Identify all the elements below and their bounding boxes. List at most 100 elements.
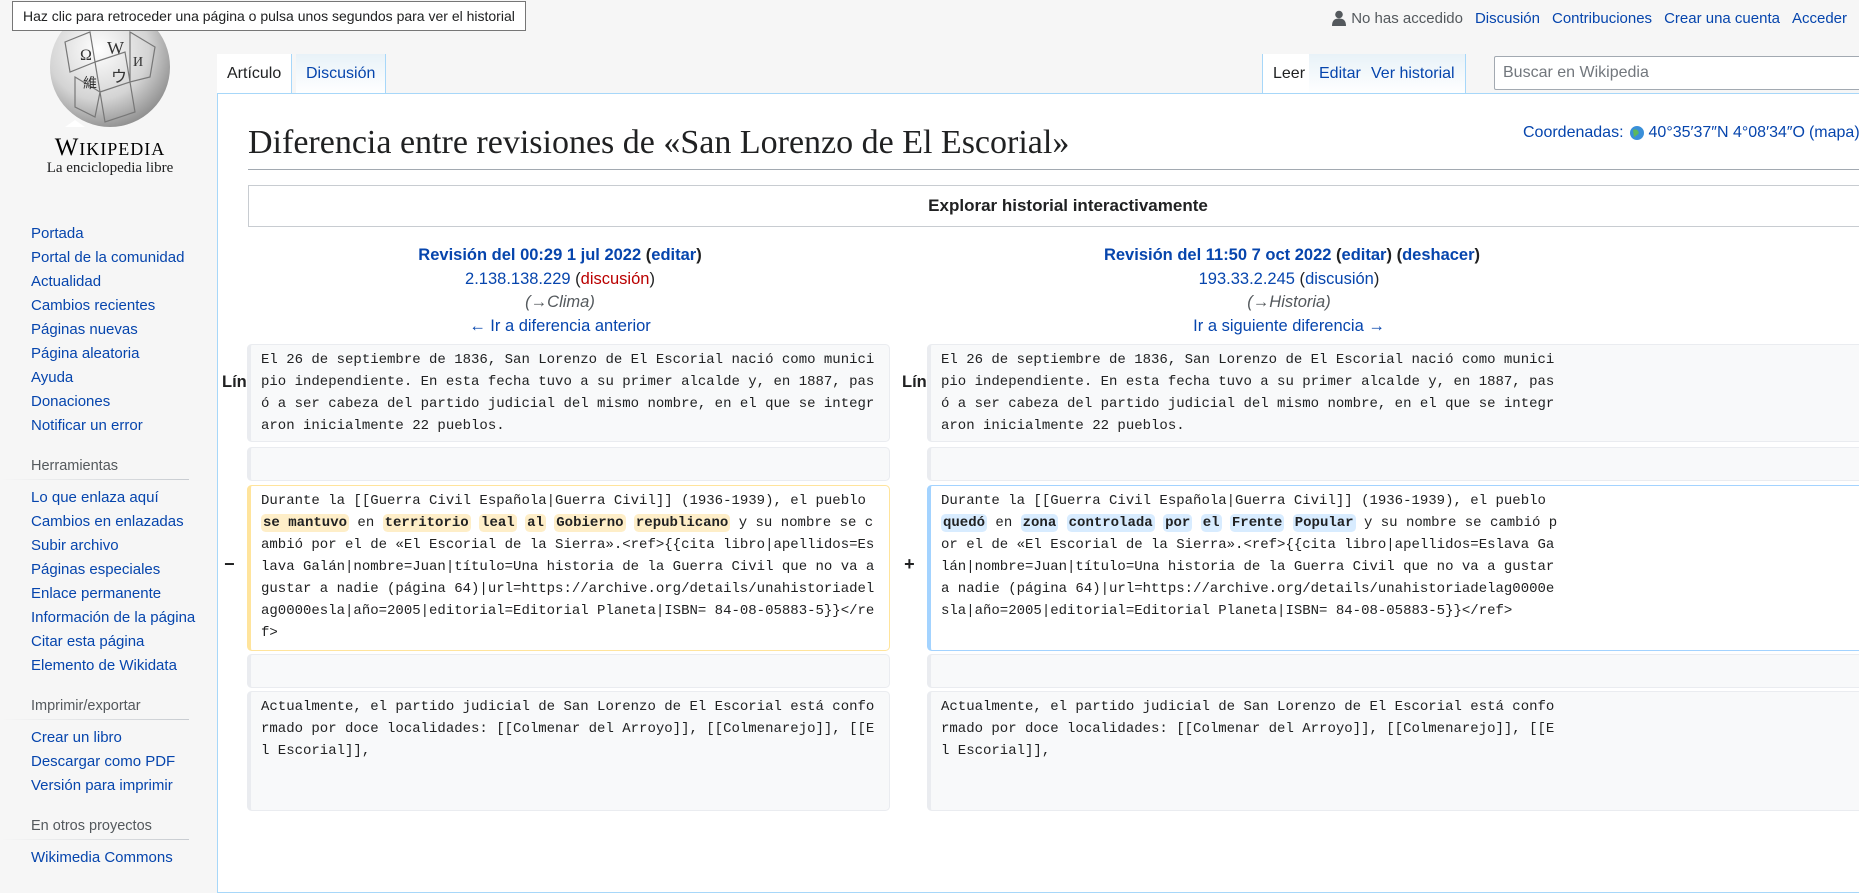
sidebar-item-nav-link[interactable]: Notificar un error	[31, 417, 143, 434]
sidebar-item-print-link[interactable]: Versión para imprimir	[31, 777, 173, 794]
sidebar-item-nav-link[interactable]: Portal de la comunidad	[31, 249, 184, 266]
sidebar: Portada Portal de la comunidad Actualidad C…	[0, 224, 217, 890]
sidebar-item-print-link[interactable]: Crear un libro	[31, 729, 122, 746]
sidebar-item-nav-link[interactable]: Páginas nuevas	[31, 321, 138, 338]
new-revision-header: Revisión del 11:50 7 oct 2022 (editar) (…	[922, 244, 1859, 338]
sidebar-item-nav-5: Página aleatoria	[0, 344, 217, 368]
diff-empty-right-2	[927, 654, 1859, 688]
diff-deleted-line: Durante la [[Guerra Civil Española|Guerr…	[247, 485, 890, 651]
sidebar-item-nav-2: Actualidad	[0, 272, 217, 296]
create-account-link[interactable]: Crear una cuenta	[1664, 10, 1780, 27]
sidebar-item-tools-link[interactable]: Elemento de Wikidata	[31, 657, 177, 674]
diff-context-left: El 26 de septiembre de 1836, San Lorenzo…	[247, 344, 890, 442]
new-revision-edit-link[interactable]: editar	[1342, 246, 1387, 264]
tab-article[interactable]: Artículo	[217, 54, 293, 94]
old-revision-link[interactable]: Revisión del 00:29 1 jul 2022	[418, 246, 641, 264]
diff-context-right: El 26 de septiembre de 1836, San Lorenzo…	[927, 344, 1859, 442]
wikipedia-logo[interactable]: Ω W И 維 ウ Wikipedia La enciclopedia libr…	[30, 22, 190, 177]
login-link[interactable]: Acceder	[1792, 10, 1847, 27]
sidebar-item-tools-link[interactable]: Lo que enlaza aquí	[31, 489, 159, 506]
user-icon	[1332, 10, 1347, 26]
other-projects-heading: En otros proyectos	[0, 818, 189, 840]
personal-contributions-link[interactable]: Contribuciones	[1552, 10, 1652, 27]
previous-diff-link[interactable]: ← Ir a diferencia anterior	[469, 317, 651, 335]
personal-tools: No has accedido Discusión Contribuciones…	[1332, 8, 1859, 28]
personal-talk-link[interactable]: Discusión	[1475, 10, 1540, 27]
added-word: Frente	[1229, 514, 1285, 532]
sidebar-item-nav-0: Portada	[0, 224, 217, 248]
deleted-word: leal	[479, 514, 517, 532]
sidebar-item-nav-7: Donaciones	[0, 392, 217, 416]
diff-context-left-2: Actualmente, el partido judicial de San …	[247, 691, 890, 811]
sidebar-item-nav-link[interactable]: Cambios recientes	[31, 297, 155, 314]
tab-article-label: Artículo	[227, 65, 282, 82]
sidebar-item-tools-7: Elemento de Wikidata	[0, 656, 217, 680]
tab-talk[interactable]: Discusión	[296, 54, 387, 94]
sidebar-item-nav-link[interactable]: Donaciones	[31, 393, 110, 410]
sidebar-item-tools-link[interactable]: Citar esta página	[31, 633, 144, 650]
explore-history-button[interactable]: Explorar historial interactivamente	[248, 185, 1859, 227]
tab-history[interactable]: Ver historial	[1361, 54, 1466, 94]
new-revision-user-link[interactable]: 193.33.2.245	[1199, 270, 1295, 288]
sidebar-item-nav-3: Cambios recientes	[0, 296, 217, 320]
sidebar-item-nav-link[interactable]: Ayuda	[31, 369, 73, 386]
deleted-word: se mantuvo	[261, 514, 350, 532]
svg-text:維: 維	[83, 76, 97, 92]
sidebar-item-other-0: Wikimedia Commons	[0, 848, 217, 872]
old-revision-user-link[interactable]: 2.138.138.229	[465, 270, 571, 288]
new-revision-user-talk-link[interactable]: discusión	[1305, 270, 1374, 288]
sidebar-item-tools-link[interactable]: Información de la página	[31, 609, 195, 626]
sidebar-item-nav-link[interactable]: Actualidad	[31, 273, 101, 290]
anon-user-status: No has accedido	[1332, 10, 1463, 27]
added-word: el	[1200, 514, 1222, 532]
explore-history-label: Explorar historial interactivamente	[928, 196, 1208, 215]
sidebar-item-nav-4: Páginas nuevas	[0, 320, 217, 344]
added-text: en	[987, 515, 1021, 531]
sidebar-item-other-link[interactable]: Wikimedia Commons	[31, 849, 173, 866]
old-revision-edit-link[interactable]: editar	[651, 246, 696, 264]
tools-heading: Herramientas	[0, 458, 189, 480]
not-logged-label: No has accedido	[1351, 9, 1463, 27]
new-revision-undo-link[interactable]: deshacer	[1402, 246, 1474, 264]
diff-plus-marker: +	[904, 556, 915, 576]
next-diff-link[interactable]: Ir a siguiente diferencia →	[1193, 317, 1385, 335]
sidebar-item-tools-2: Subir archivo	[0, 536, 217, 560]
sidebar-item-nav-6: Ayuda	[0, 368, 217, 392]
diff-empty-right	[927, 447, 1859, 481]
print-heading: Imprimir/exportar	[0, 698, 189, 720]
sidebar-item-tools-link[interactable]: Páginas especiales	[31, 561, 160, 578]
sidebar-item-tools-link[interactable]: Enlace permanente	[31, 585, 161, 602]
search-placeholder: Buscar en Wikipedia	[1503, 64, 1649, 81]
new-revision-link[interactable]: Revisión del 11:50 7 oct 2022	[1104, 246, 1331, 264]
tagline: La enciclopedia libre	[46, 160, 174, 176]
old-revision-user-talk-link[interactable]: discusión	[581, 270, 650, 288]
sidebar-item-nav-1: Portal de la comunidad	[0, 248, 217, 272]
sidebar-item-tools-5: Información de la página	[0, 608, 217, 632]
sidebar-item-tools-link[interactable]: Subir archivo	[31, 537, 119, 554]
added-word: zona	[1020, 514, 1059, 532]
sidebar-item-tools-4: Enlace permanente	[0, 584, 217, 608]
diff-context-right-2: Actualmente, el partido judicial de San …	[927, 691, 1859, 811]
sidebar-item-print-link[interactable]: Descargar como PDF	[31, 753, 175, 770]
sidebar-item-tools-0: Lo que enlaza aquí	[0, 488, 217, 512]
sidebar-item-print-0: Crear un libro	[0, 728, 217, 752]
sidebar-item-nav-link[interactable]: Página aleatoria	[31, 345, 139, 362]
svg-text:W: W	[107, 38, 124, 58]
sidebar-tools: Lo que enlaza aquí Cambios en enlazadas Su…	[0, 488, 217, 680]
search-input[interactable]: Buscar en Wikipedia	[1494, 56, 1859, 90]
tab-read-label: Leer	[1273, 65, 1306, 82]
puzzle-globe-icon: Ω W И 維 ウ	[45, 22, 175, 132]
sidebar-item-tools-3: Páginas especiales	[0, 560, 217, 584]
diff-minus-marker: −	[224, 556, 235, 576]
main-content: Coordenadas: 40°35′37″N 4°08′34″O (mapa)…	[217, 93, 1859, 893]
tab-read[interactable]: Leer	[1262, 54, 1317, 94]
deleted-text: y su nombre se cambió por el de «El Esco…	[261, 515, 875, 641]
sidebar-item-tools-6: Citar esta página	[0, 632, 217, 656]
added-text: Durante la [[Guerra Civil Española|Guerr…	[941, 493, 1546, 509]
diff-empty-left-2	[247, 654, 890, 688]
sidebar-item-nav-link[interactable]: Portada	[31, 225, 84, 242]
old-revision-header: Revisión del 00:29 1 jul 2022 (editar) 2…	[250, 244, 870, 338]
tab-history-label: Ver historial	[1371, 65, 1455, 82]
sidebar-item-print-1: Descargar como PDF	[0, 752, 217, 776]
sidebar-item-tools-link[interactable]: Cambios en enlazadas	[31, 513, 184, 530]
